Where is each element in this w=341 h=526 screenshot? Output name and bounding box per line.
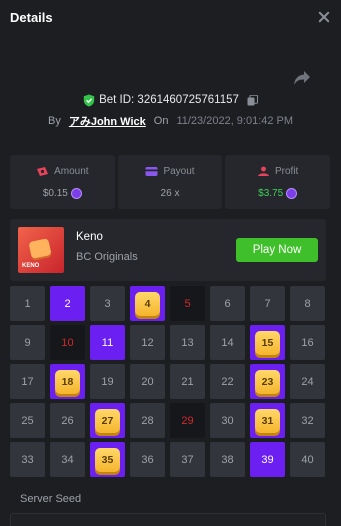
keno-cell: 15 [250, 325, 285, 360]
user-link[interactable]: アみJohn Wick [69, 113, 146, 129]
keno-cell: 39 [250, 442, 285, 477]
play-now-button[interactable]: Play Now [236, 238, 318, 262]
keno-cell: 31 [250, 403, 285, 438]
stat-value: $0.15 [42, 188, 68, 199]
bet-id-row: Bet ID: 3261460725761157 [0, 92, 341, 108]
bet-id: Bet ID: 3261460725761157 [99, 94, 239, 106]
keno-cell: 35 [90, 442, 125, 477]
stat-label: Amount [54, 166, 89, 177]
keno-cell: 9 [10, 325, 45, 360]
page-title: Details [10, 9, 53, 25]
keno-cell: 34 [50, 442, 85, 477]
keno-cell: 36 [130, 442, 165, 477]
keno-cell: 20 [130, 364, 165, 399]
keno-cell: 25 [10, 403, 45, 438]
keno-ball: 4 [135, 291, 160, 316]
coin-icon [70, 188, 82, 199]
on-label: On [153, 115, 169, 127]
keno-cell: 38 [210, 442, 245, 477]
game-card: KENO Keno BC Originals Play Now [10, 219, 326, 281]
by-label: By [48, 115, 61, 127]
copy-icon[interactable] [247, 94, 258, 106]
keno-cell: 16 [290, 325, 325, 360]
keno-ball: 15 [255, 330, 280, 355]
keno-cell: 27 [90, 403, 125, 438]
keno-cell: 29 [170, 403, 205, 438]
keno-cell: 23 [250, 364, 285, 399]
stat-profit: Profit $3.75 [225, 155, 331, 209]
keno-ball: 23 [255, 369, 280, 394]
keno-cell: 8 [290, 286, 325, 321]
keno-cell: 7 [250, 286, 285, 321]
keno-cell: 1 [10, 286, 45, 321]
keno-thumbnail[interactable]: KENO [18, 227, 64, 273]
keno-cell: 3 [90, 286, 125, 321]
keno-cell: 6 [210, 286, 245, 321]
keno-cell: 40 [290, 442, 325, 477]
keno-cell: 14 [210, 325, 245, 360]
shield-icon [83, 94, 95, 106]
keno-cell: 17 [10, 364, 45, 399]
game-name: Keno [76, 231, 103, 243]
keno-grid: 1 2 3 4 5 6 7 8 9 10 11 12 13 14 15 16 17 18 19 20 21 22 23 24 2… [10, 286, 326, 477]
keno-cell: 37 [170, 442, 205, 477]
stat-label: Payout [163, 166, 195, 177]
keno-cell: 28 [130, 403, 165, 438]
card-icon [145, 167, 158, 176]
keno-ball: 31 [255, 408, 280, 433]
server-seed-field[interactable] [10, 513, 326, 526]
keno-cell: 24 [290, 364, 325, 399]
stat-amount: Amount $0.15 [10, 155, 115, 209]
keno-cell: 21 [170, 364, 205, 399]
server-seed-label: Server Seed [20, 493, 82, 505]
share-icon[interactable] [293, 70, 311, 86]
keno-cell: 13 [170, 325, 205, 360]
keno-cell: 4 [130, 286, 165, 321]
keno-cell: 12 [130, 325, 165, 360]
keno-cell: 2 [50, 286, 85, 321]
keno-cell: 19 [90, 364, 125, 399]
keno-cell: 32 [290, 403, 325, 438]
bet-date: 11/23/2022, 9:01:42 PM [176, 115, 294, 127]
close-icon[interactable] [317, 10, 331, 24]
keno-cell: 22 [210, 364, 245, 399]
stat-label: Profit [275, 166, 299, 177]
keno-cell: 33 [10, 442, 45, 477]
stat-payout: Payout 26 x [117, 155, 223, 209]
keno-cell: 10 [50, 325, 85, 360]
game-provider: BC Originals [76, 251, 138, 263]
profit-icon [258, 166, 269, 176]
keno-ball: 35 [95, 447, 120, 472]
keno-ball: 18 [55, 369, 80, 394]
details-header: Details [0, 0, 341, 34]
money-icon [37, 167, 49, 176]
keno-ball: 27 [95, 408, 120, 433]
stat-value: $3.75 [258, 188, 284, 199]
keno-cell: 30 [210, 403, 245, 438]
thumb-ball [28, 238, 52, 259]
bet-meta: By アみJohn Wick On 11/23/2022, 9:01:42 PM [48, 113, 293, 129]
keno-cell: 11 [90, 325, 125, 360]
keno-cell: 18 [50, 364, 85, 399]
stat-value: 26 x [160, 188, 180, 199]
keno-cell: 5 [170, 286, 205, 321]
bet-stats: Amount $0.15 Payout 26 x Profit $3.75 [10, 155, 331, 209]
thumb-label: KENO [22, 263, 40, 269]
keno-cell: 26 [50, 403, 85, 438]
coin-icon [286, 188, 298, 199]
